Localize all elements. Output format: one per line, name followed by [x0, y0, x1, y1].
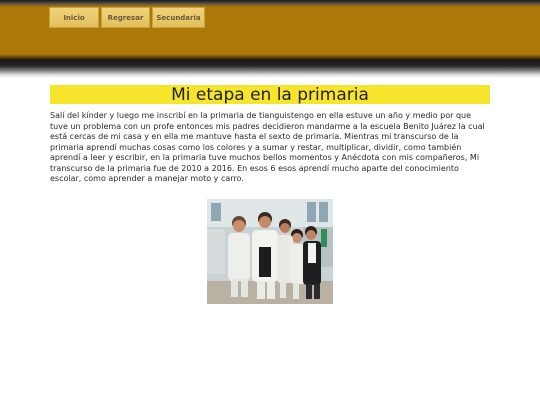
group-photo: [207, 199, 333, 304]
top-nav: Inicio Regresar Secundaria: [49, 7, 205, 28]
group-photo-image: [207, 199, 333, 304]
nav-inicio-button[interactable]: Inicio: [49, 7, 99, 28]
body-paragraph: Salí del kínder y luego me inscribí en l…: [50, 111, 485, 183]
page-title-bar: Mi etapa en la primaria: [50, 84, 490, 105]
page-title: Mi etapa en la primaria: [171, 84, 369, 105]
nav-regresar-button[interactable]: Regresar: [101, 7, 150, 28]
nav-secundaria-button[interactable]: Secundaria: [152, 7, 205, 28]
